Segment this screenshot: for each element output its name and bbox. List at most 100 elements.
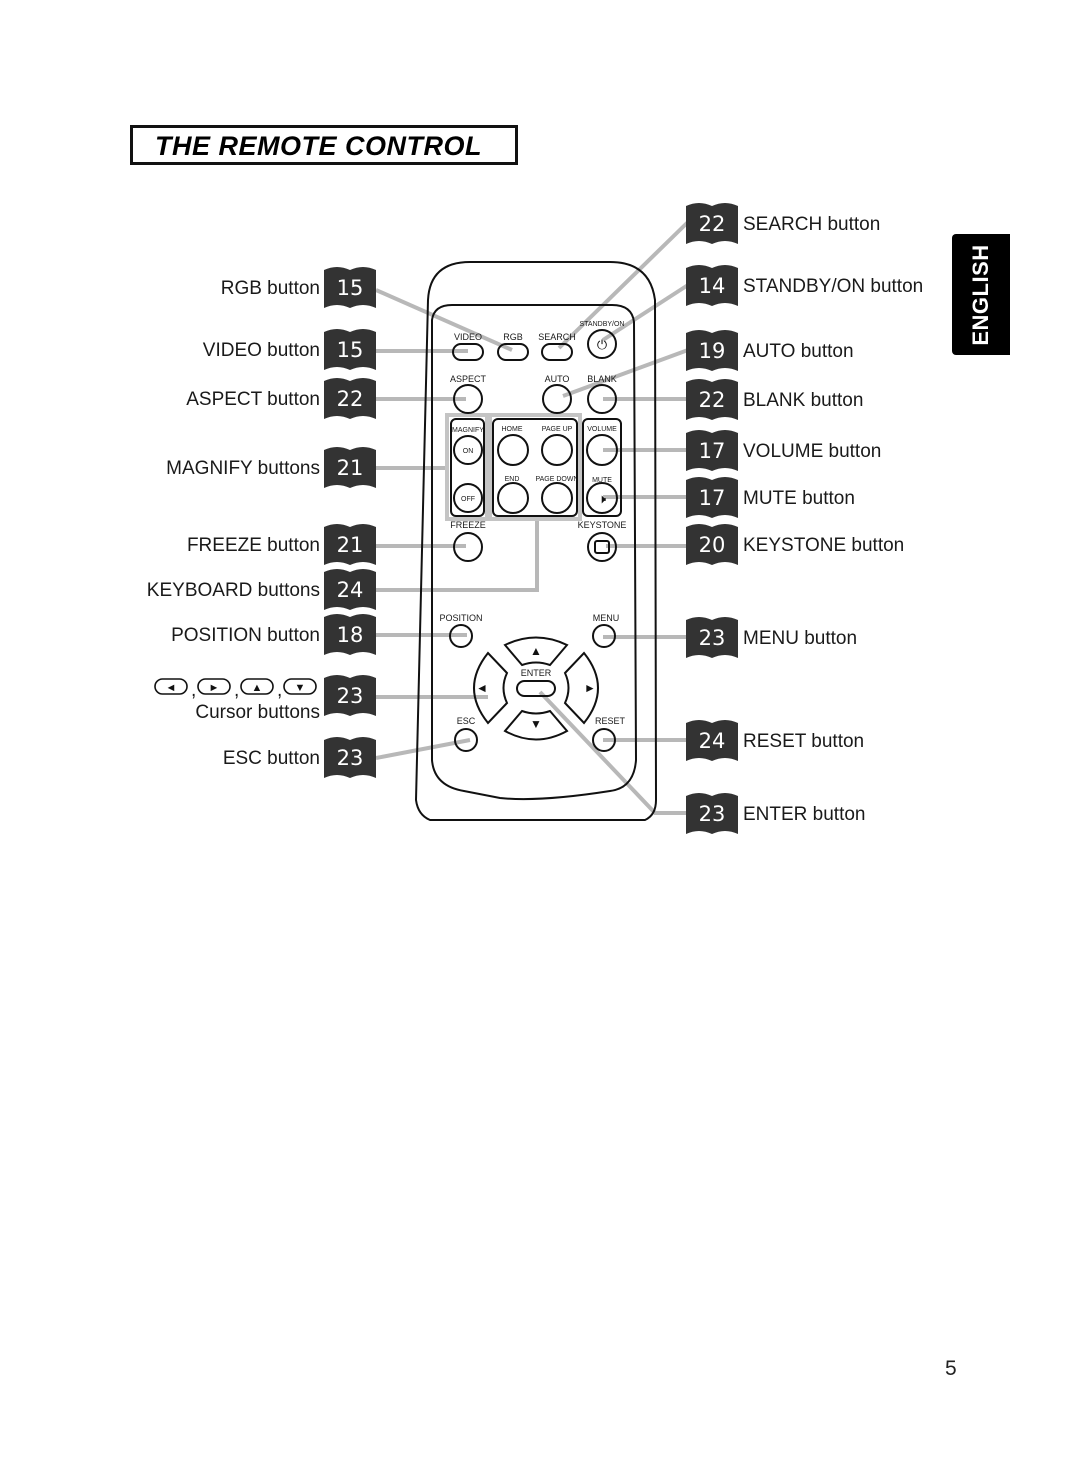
- page-ref-number: 22: [699, 388, 726, 412]
- svg-text:▲: ▲: [252, 682, 263, 694]
- page-ref-badge: 17: [686, 430, 738, 471]
- page-ref-badge: 15: [324, 329, 376, 370]
- callout-label: ESC button: [223, 748, 320, 769]
- mute-speaker-icon: 🕨: [598, 491, 606, 506]
- home-button[interactable]: [497, 434, 529, 466]
- page-ref-badge: 24: [324, 569, 376, 610]
- page-ref-badge: 23: [686, 793, 738, 834]
- power-icon: ⏻: [597, 337, 607, 352]
- remote-label-freeze: FREEZE: [450, 520, 486, 530]
- right-callout: 17 VOLUME button: [686, 430, 881, 471]
- left-callout: 22 ASPECT button: [186, 378, 376, 419]
- remote-label-magnify: MAGNIFY: [452, 427, 484, 434]
- callout-label: SEARCH button: [743, 214, 880, 235]
- remote-label-keystone: KEYSTONE: [578, 520, 627, 530]
- remote-label-enter: ENTER: [521, 668, 552, 678]
- remote-label-page-up: PAGE UP: [542, 426, 573, 433]
- remote-label-page-down: PAGE DOWN: [535, 476, 578, 483]
- callout-label: KEYBOARD buttons: [147, 580, 320, 601]
- page-ref-badge: 17: [686, 477, 738, 518]
- callout-label: AUTO button: [743, 341, 854, 362]
- separator: ,: [191, 680, 196, 701]
- end-button[interactable]: [497, 482, 529, 514]
- remote-label-video: VIDEO: [454, 332, 482, 342]
- remote-label-position: POSITION: [439, 613, 482, 623]
- remote-label-home: HOME: [502, 426, 523, 433]
- page-ref-number: 17: [699, 486, 726, 510]
- off-text: OFF: [461, 496, 475, 503]
- remote-label-end: END: [505, 476, 520, 483]
- right-callout: 17 MUTE button: [686, 477, 855, 518]
- right-arrow-icon: ►: [584, 681, 596, 695]
- enter-button[interactable]: [516, 680, 556, 697]
- left-callout: 24 KEYBOARD buttons: [147, 569, 376, 610]
- page-ref-badge: 19: [686, 330, 738, 371]
- svg-text:◄: ◄: [166, 682, 177, 694]
- page-ref-badge: 14: [686, 265, 738, 306]
- page-ref-number: 20: [699, 533, 726, 557]
- page-ref-number: 22: [699, 212, 726, 236]
- page-ref-number: 22: [337, 387, 364, 411]
- page-ref-badge: 22: [686, 203, 738, 244]
- callout-label: MENU button: [743, 628, 857, 649]
- page-ref-number: 24: [699, 729, 726, 753]
- callout-label: STANDBY/ON button: [743, 276, 923, 297]
- left-callout: 23 ◄, ►, ▲, ▼ Cursor buttons: [154, 675, 376, 723]
- remote-label-volume: VOLUME: [587, 426, 617, 433]
- auto-button[interactable]: [542, 384, 572, 414]
- callout-label: FREEZE button: [187, 535, 320, 556]
- page-up-button[interactable]: [541, 434, 573, 466]
- right-arrow-icon: ►: [197, 678, 231, 695]
- leader-rgb: [375, 288, 513, 352]
- remote-label-rgb: RGB: [503, 332, 523, 342]
- page-ref-number: 15: [337, 338, 364, 362]
- page-ref-badge: 21: [324, 447, 376, 488]
- remote-label-esc: ESC: [457, 716, 476, 726]
- page-ref-badge: 21: [324, 524, 376, 565]
- callout-label: VIDEO button: [203, 340, 320, 361]
- callout-label: ENTER button: [743, 804, 866, 825]
- left-callout: 15 RGB button: [221, 267, 376, 308]
- up-arrow-icon: ▲: [530, 644, 542, 658]
- callout-label: RESET button: [743, 731, 864, 752]
- on-text: ON: [463, 448, 474, 455]
- page-ref-badge: 23: [686, 617, 738, 658]
- page-ref-badge: 22: [324, 378, 376, 419]
- page-ref-number: 23: [337, 684, 364, 708]
- page-ref-number: 23: [699, 626, 726, 650]
- right-callout: 14 STANDBY/ON button: [686, 265, 923, 306]
- svg-text:▼: ▼: [295, 682, 306, 694]
- page-ref-badge: 15: [324, 267, 376, 308]
- down-arrow-icon: ▼: [283, 678, 317, 695]
- page-ref-badge: 24: [686, 720, 738, 761]
- right-callout: 20 KEYSTONE button: [686, 524, 904, 565]
- page-down-button[interactable]: [541, 482, 573, 514]
- separator: ,: [277, 680, 282, 701]
- search-button[interactable]: [541, 343, 573, 361]
- page-ref-number: 15: [337, 276, 364, 300]
- leader-auto: [562, 348, 689, 398]
- remote-control-diagram: VIDEO RGB SEARCH STANDBY/ON ASPECT AUTO BLANK M…: [147, 203, 923, 834]
- page-ref-number: 14: [699, 274, 726, 298]
- page-ref-number: 19: [699, 339, 726, 363]
- remote-label-standby: STANDBY/ON: [580, 321, 625, 328]
- callout-label: POSITION button: [171, 625, 320, 646]
- page-ref-number: 23: [699, 802, 726, 826]
- remote-label-search: SEARCH: [538, 332, 576, 342]
- right-callout: 19 AUTO button: [686, 330, 854, 371]
- keyboard-group: [492, 418, 578, 517]
- page-ref-number: 18: [337, 623, 364, 647]
- page-ref-number: 17: [699, 439, 726, 463]
- page-ref-badge: 23: [324, 675, 376, 716]
- right-callout: 22 BLANK button: [686, 379, 863, 420]
- right-callout: 23 MENU button: [686, 617, 857, 658]
- page-ref-badge: 18: [324, 614, 376, 655]
- remote-label-blank: BLANK: [587, 374, 617, 384]
- callout-label: RGB button: [221, 278, 320, 299]
- callout-label: KEYSTONE button: [743, 535, 904, 556]
- callout-label: ASPECT button: [186, 389, 320, 410]
- right-callout: 24 RESET button: [686, 720, 864, 761]
- right-callout: 23 ENTER button: [686, 793, 866, 834]
- page-ref-badge: 22: [686, 379, 738, 420]
- down-arrow-icon: ▼: [530, 717, 542, 731]
